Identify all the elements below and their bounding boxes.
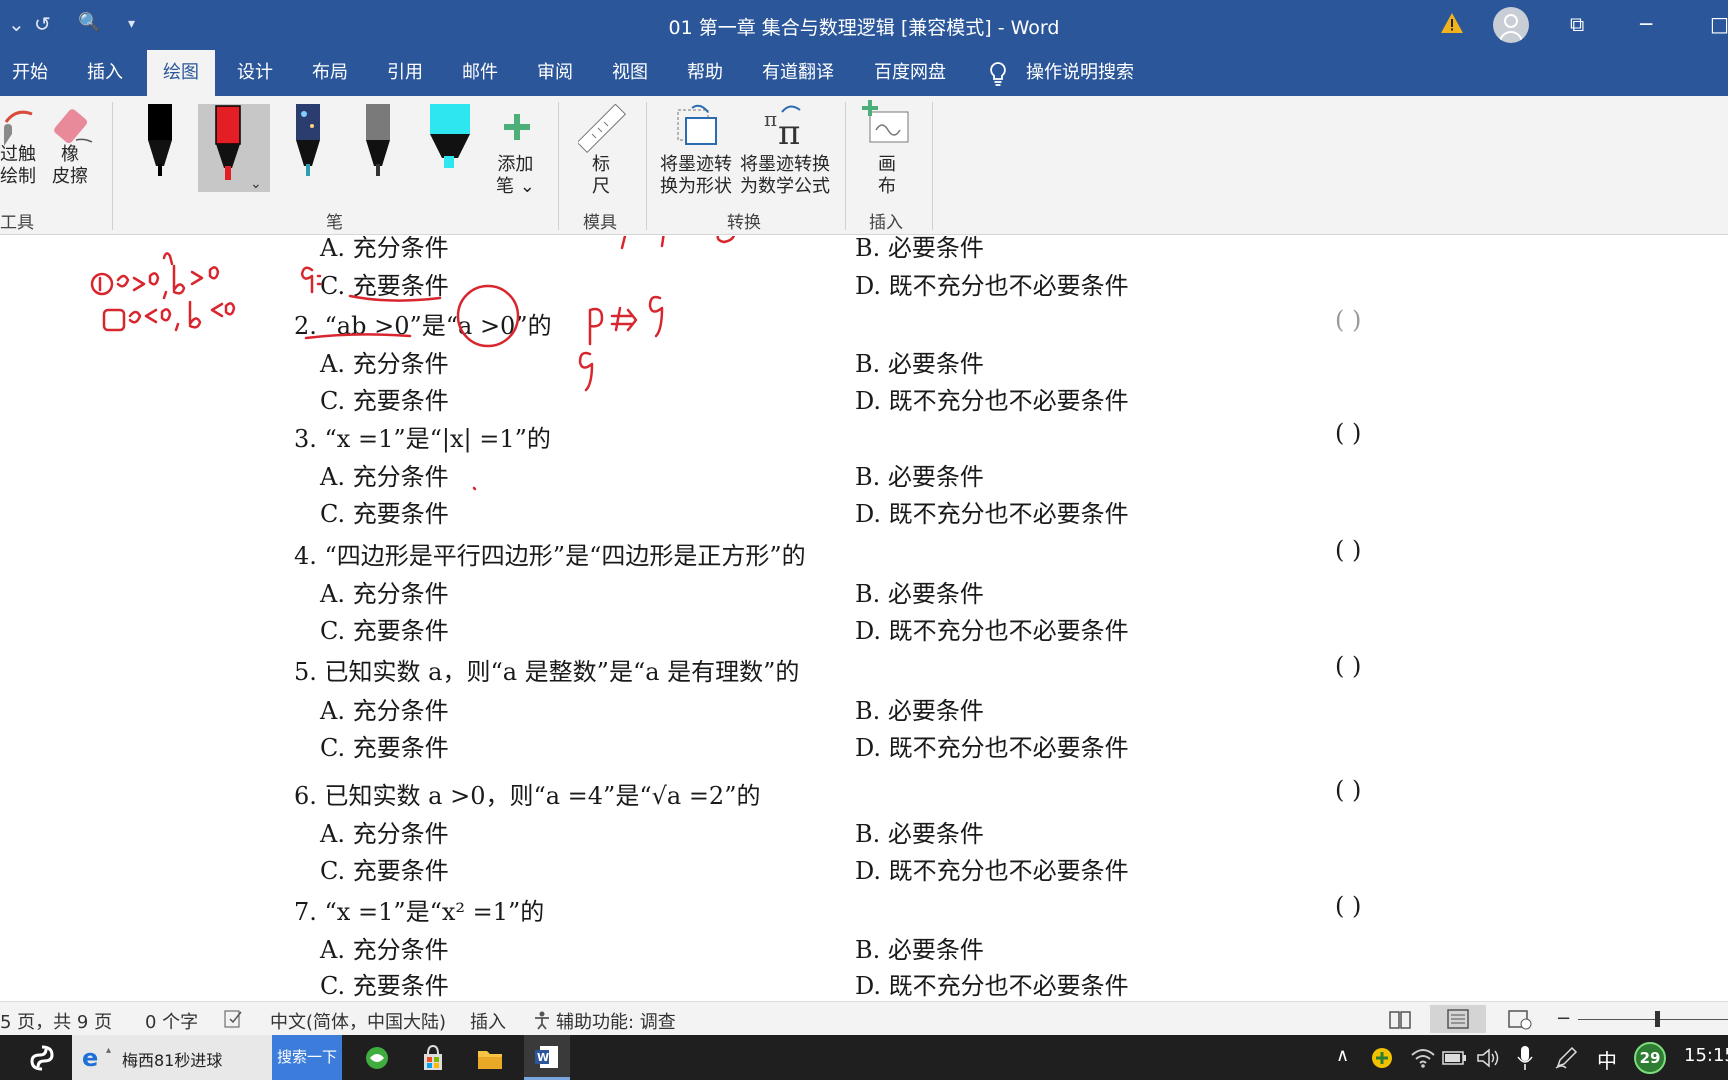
drawing-canvas-icon xyxy=(862,100,909,143)
tab-help[interactable]: 帮助 xyxy=(675,50,735,96)
tab-references[interactable]: 引用 xyxy=(375,50,435,96)
accessibility-status[interactable]: 辅助功能: 调查 xyxy=(556,1008,676,1034)
ribbon-tabs: 开始 插入 绘图 设计 布局 引用 邮件 审阅 视图 帮助 有道翻译 百度网盘 … xyxy=(0,50,1728,97)
start-logo-icon[interactable] xyxy=(28,1045,56,1071)
tab-layout[interactable]: 布局 xyxy=(300,50,360,96)
word-count[interactable]: 0 个字 xyxy=(145,1008,198,1034)
group-separator xyxy=(932,102,933,230)
account-avatar[interactable] xyxy=(1493,7,1529,43)
microphone-icon[interactable] xyxy=(1516,1045,1534,1071)
file-explorer-icon[interactable] xyxy=(476,1045,504,1071)
tray-overflow-chevron-icon[interactable]: ∧ xyxy=(1336,1045,1349,1066)
tab-design[interactable]: 设计 xyxy=(225,50,285,96)
clock-time[interactable]: 15:15 xyxy=(1684,1045,1728,1066)
add-pen-button[interactable]: 添加笔 ⌄ xyxy=(496,154,535,198)
tab-review[interactable]: 审阅 xyxy=(525,50,585,96)
store-app-icon[interactable] xyxy=(420,1044,446,1072)
read-mode-icon[interactable] xyxy=(1386,1005,1414,1033)
volume-icon[interactable] xyxy=(1476,1047,1500,1069)
group-separator xyxy=(112,102,113,230)
pen-galaxy[interactable] xyxy=(290,104,326,182)
ruler-button[interactable]: 标尺 xyxy=(592,154,610,198)
pen-workspace-icon[interactable] xyxy=(1554,1046,1578,1070)
tab-view[interactable]: 视图 xyxy=(600,50,660,96)
battery-icon[interactable] xyxy=(1442,1049,1468,1067)
ruler-icon xyxy=(578,104,626,154)
tell-me-search[interactable]: 操作说明搜索 xyxy=(1026,50,1134,96)
ink-annotations xyxy=(90,236,735,491)
svg-text:π: π xyxy=(778,113,800,148)
accessibility-icon[interactable] xyxy=(532,1010,552,1030)
tab-home[interactable]: 开始 xyxy=(0,50,60,96)
group-separator xyxy=(558,102,559,230)
page-count[interactable]: 5 页，共 9 页 xyxy=(0,1008,112,1034)
title-bar: ⌄ ↺ 🔍 ▾ 01 第一章 集合与数理逻辑 [兼容模式] - Word ⧉ ─… xyxy=(0,0,1728,50)
pen-black[interactable] xyxy=(142,104,178,182)
dropdown-arrow-icon: ▴ xyxy=(106,1045,112,1056)
search-button[interactable]: 搜索一下 xyxy=(272,1035,342,1080)
print-layout-icon[interactable] xyxy=(1430,1005,1486,1033)
security-plus-icon[interactable] xyxy=(1370,1046,1394,1070)
ribbon-display-icon[interactable]: ⧉ xyxy=(1570,12,1584,36)
window-title: 01 第一章 集合与数理逻辑 [兼容模式] - Word xyxy=(668,17,1060,39)
insert-mode-indicator[interactable]: 插入 xyxy=(470,1008,506,1034)
ime-indicator[interactable]: 中 xyxy=(1597,1045,1617,1074)
word-taskbar-button[interactable]: W xyxy=(524,1035,570,1080)
pen-options-chevron-icon[interactable]: ⌄ xyxy=(250,176,262,192)
ink-to-math-icon: π π xyxy=(764,105,801,148)
tab-baidu-netdisk[interactable]: 百度网盘 xyxy=(862,50,958,96)
eraser-button[interactable]: 橡皮擦 xyxy=(52,144,88,188)
search-text[interactable]: 梅西81秒进球 xyxy=(122,1047,222,1071)
language-indicator[interactable]: 中文(简体，中国大陆) xyxy=(270,1008,446,1034)
stencils-group-label: 模具 xyxy=(583,213,617,233)
insert-group-label: 插入 xyxy=(869,213,903,233)
ink-to-shape-icon xyxy=(677,104,717,145)
document-page[interactable]: A. 充分条件 B. 必要条件 C. 充要条件 D. 既不充分也不必要条件 2.… xyxy=(0,236,1728,1001)
ink-to-shape-button[interactable]: 将墨迹转 换为形状 xyxy=(660,154,732,198)
pen-gray[interactable] xyxy=(360,104,396,182)
svg-text:W: W xyxy=(537,1051,549,1064)
taskbar: e ▴ 梅西81秒进球 搜索一下 W ∧ 中 29 15:15 xyxy=(0,1035,1728,1080)
proofing-icon[interactable] xyxy=(224,1010,244,1028)
pens-group-label: 笔 xyxy=(326,213,343,233)
word-app-icon: W xyxy=(535,1046,558,1068)
add-pen-plus-icon xyxy=(504,114,530,140)
svg-text:π: π xyxy=(764,107,777,131)
tab-draw[interactable]: 绘图 xyxy=(147,50,215,97)
zoom-out-icon[interactable]: − xyxy=(1556,1008,1571,1029)
lightbulb-icon xyxy=(990,62,1006,86)
eraser-icon xyxy=(54,109,93,144)
browser-e-icon: e xyxy=(82,1044,99,1072)
touch-draw-button[interactable]: 过触 绘制 xyxy=(0,144,36,188)
tab-insert[interactable]: 插入 xyxy=(75,50,135,96)
convert-group-label: 转换 xyxy=(727,213,761,233)
wifi-icon[interactable] xyxy=(1410,1047,1436,1069)
browser-app-icon[interactable] xyxy=(364,1045,390,1071)
drawing-canvas-button[interactable]: 画布 xyxy=(878,154,896,198)
notification-badge[interactable]: 29 xyxy=(1634,1042,1666,1074)
tab-mailings[interactable]: 邮件 xyxy=(450,50,510,96)
tools-group-label: 工具 xyxy=(0,213,34,233)
group-separator xyxy=(646,102,647,230)
ink-to-math-button[interactable]: 将墨迹转换 为数学公式 xyxy=(740,154,830,198)
tab-youdao-translate[interactable]: 有道翻译 xyxy=(750,50,846,96)
minimize-button[interactable]: ─ xyxy=(1640,12,1652,36)
zoom-slider-thumb[interactable] xyxy=(1655,1011,1660,1027)
status-bar: 5 页，共 9 页 0 个字 中文(简体，中国大陆) 插入 辅助功能: 调查 − xyxy=(0,1001,1728,1035)
taskbar-search[interactable]: e ▴ 梅西81秒进球 搜索一下 xyxy=(72,1035,342,1080)
ribbon: 过触 绘制 橡皮擦 工具 ⌄ 添加笔 ⌄ 笔 标尺 模具 将墨迹转 换为形状 π… xyxy=(0,96,1728,235)
web-layout-icon[interactable] xyxy=(1506,1005,1534,1033)
warning-icon[interactable] xyxy=(1440,12,1464,34)
zoom-slider[interactable] xyxy=(1578,1019,1728,1020)
maximize-button[interactable]: □ xyxy=(1710,12,1728,36)
highlighter-cyan[interactable] xyxy=(428,104,472,182)
group-separator xyxy=(845,102,846,230)
